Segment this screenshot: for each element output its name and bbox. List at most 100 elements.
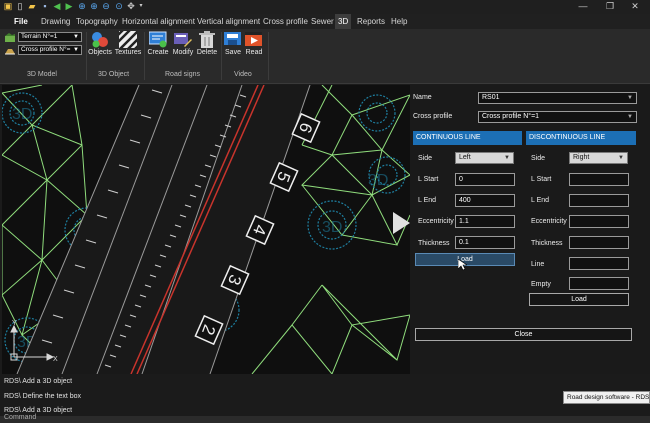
app-tooltip: Road design software - RDS [563, 391, 650, 404]
group-label-video: Video [234, 71, 252, 78]
group-divider [144, 32, 145, 80]
drawing-viewport[interactable]: 3D 3D 3D 3D 3D 3D 3D [2, 85, 410, 374]
continuous-side-select[interactable]: Left ▼ [455, 152, 514, 164]
save-video-icon [224, 31, 242, 48]
log-line: RDS\ Add a 3D object [4, 378, 73, 385]
menu-drawing[interactable]: Drawing [41, 14, 70, 29]
restore-icon[interactable]: ❐ [603, 1, 617, 12]
discontinuous-eccentricity-label: Eccentricity [531, 218, 567, 225]
name-select-value: RS01 [482, 94, 500, 101]
new-file-icon[interactable]: ▯ [15, 1, 25, 11]
textures-label: Textures [114, 49, 142, 56]
close-window-icon[interactable]: ✕ [628, 1, 642, 12]
menu-horizontal-alignment[interactable]: Horizontal alignment [122, 14, 195, 29]
axis-x-label: X [53, 356, 58, 363]
create-sign-icon [148, 31, 167, 48]
discontinuous-line-label: Line [531, 261, 545, 268]
discontinuous-lstart-field[interactable] [569, 173, 629, 186]
cross-profile-select[interactable]: Cross profile N°= ▼ [18, 45, 82, 55]
discontinuous-thickness-field[interactable] [569, 236, 629, 249]
cross-profile-label: Cross profile [413, 113, 453, 120]
log-line: RDS\ Define the text box [4, 393, 82, 400]
menu-3d[interactable]: 3D [335, 14, 352, 29]
objects-label: Objects [88, 49, 112, 56]
discontinuous-line-header: DISCONTINUOUS LINE [526, 131, 636, 145]
textures-button[interactable]: Textures [114, 27, 142, 56]
collapse-panel-arrow-icon[interactable] [393, 212, 410, 234]
read-video-button[interactable]: Read [244, 31, 264, 56]
discontinuous-eccentricity-field[interactable] [569, 215, 629, 228]
discontinuous-side-label: Side [531, 155, 546, 162]
continuous-eccentricity-field[interactable]: 1.1 [455, 215, 515, 228]
zoom-out-icon[interactable]: ⊖ [101, 1, 111, 11]
continuous-lstart-label: L Start [418, 176, 439, 183]
cross-profile-icon [5, 46, 15, 55]
menu-topography[interactable]: Topography [76, 14, 118, 29]
delete-button[interactable]: Delete [196, 31, 218, 56]
title-bar: ▣ ▯ ▰ ▪ ◀ ▶ ⊕ ⊕ ⊖ ⊙ ✥ ▾ — ❐ ✕ [0, 0, 650, 14]
command-line[interactable]: Command [0, 414, 650, 423]
continuous-thickness-label: Thickness [418, 240, 450, 247]
textures-icon [115, 27, 140, 52]
log-line: RDS\ Add a 3D object [4, 407, 73, 414]
chevron-down-icon: ▼ [627, 114, 633, 120]
play-video-icon [245, 31, 263, 48]
menu-sewer[interactable]: Sewer [311, 14, 334, 29]
discontinuous-side-select[interactable]: Right ▼ [569, 152, 628, 164]
save-video-button[interactable]: Save [223, 31, 243, 56]
menu-file[interactable]: File [14, 14, 28, 29]
close-button[interactable]: Close [415, 328, 632, 341]
continuous-lstart-field[interactable]: 0 [455, 173, 515, 186]
command-label: Command [4, 414, 37, 421]
menu-help[interactable]: Help [391, 14, 407, 29]
pan-icon[interactable]: ✥ [126, 1, 136, 11]
menu-reports[interactable]: Reports [357, 14, 385, 29]
discontinuous-load-button[interactable]: Load [529, 293, 629, 306]
discontinuous-empty-label: Empty [531, 281, 551, 288]
create-button[interactable]: Create [146, 31, 170, 56]
menu-cross-profile[interactable]: Cross profile [263, 14, 308, 29]
objects-icon [91, 31, 109, 48]
save-video-label: Save [225, 49, 241, 56]
continuous-lend-label: L End [418, 197, 437, 204]
discontinuous-lend-label: L End [531, 197, 550, 204]
group-divider [268, 32, 269, 80]
minimize-icon[interactable]: — [576, 1, 590, 12]
discontinuous-lstart-label: L Start [531, 176, 552, 183]
cross-profile-select-value: Cross profile N°= [21, 46, 71, 53]
tree-watermark: 3D [12, 106, 32, 123]
discontinuous-empty-field[interactable] [569, 277, 629, 290]
undo-arrow-icon[interactable]: ◀ [52, 1, 62, 11]
continuous-side-label: Side [418, 155, 433, 162]
cross-profile-dropdown[interactable]: Cross profile N°=1 ▼ [478, 111, 637, 123]
zoom-icon[interactable]: ⊕ [77, 1, 87, 11]
chevron-down-icon: ▼ [627, 95, 633, 101]
redo-arrow-icon[interactable]: ▶ [64, 1, 74, 11]
terrain-select[interactable]: Terrain N°=1 ▼ [18, 32, 82, 42]
group-divider [86, 32, 87, 80]
continuous-line-header: CONTINUOUS LINE [413, 131, 522, 145]
save-disk-icon[interactable]: ▪ [40, 1, 50, 11]
modify-button[interactable]: Modify [171, 31, 195, 56]
continuous-thickness-field[interactable]: 0.1 [455, 236, 515, 249]
chevron-down-icon: ▼ [73, 34, 79, 40]
chevron-down-icon: ▼ [618, 155, 624, 161]
chevron-down-icon: ▼ [504, 155, 510, 161]
name-select[interactable]: RS01 ▼ [478, 92, 637, 104]
zoom-extents-icon[interactable]: ⊙ [114, 1, 124, 11]
group-label-3d-model: 3D Model [27, 71, 57, 78]
zoom-in-icon[interactable]: ⊕ [89, 1, 99, 11]
menu-vertical-alignment[interactable]: Vertical alignment [197, 14, 260, 29]
continuous-lend-field[interactable]: 400 [455, 194, 515, 207]
customize-toolbar-icon[interactable]: ▾ [136, 1, 146, 11]
modify-sign-icon [174, 31, 192, 48]
read-video-label: Read [245, 49, 263, 56]
discontinuous-lend-field[interactable] [569, 194, 629, 207]
road-line-properties-panel: Name RS01 ▼ Cross profile Cross profile N… [410, 85, 650, 374]
open-folder-icon[interactable]: ▰ [27, 1, 37, 11]
mouse-cursor-icon [458, 259, 467, 271]
create-label: Create [147, 49, 169, 56]
menu-bar: File Drawing Topography Horizontal align… [0, 14, 650, 29]
discontinuous-line-field[interactable] [569, 257, 629, 270]
objects-button[interactable]: Objects [88, 31, 112, 56]
